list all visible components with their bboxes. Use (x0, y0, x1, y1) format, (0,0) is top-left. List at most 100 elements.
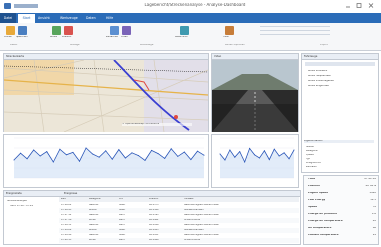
position-icon[interactable] (64, 26, 73, 35)
data-point (39, 155, 41, 157)
table-cell: Geschw. (89, 224, 99, 226)
value-label: Fuel Energy (308, 199, 326, 201)
ribbon: Öffnen Speichern Route Position Zeitachs… (0, 23, 381, 51)
data-point (293, 149, 295, 151)
column-header[interactable]: Hinweis (184, 198, 284, 201)
data-point (219, 153, 221, 155)
panel-toolbar[interactable] (305, 62, 375, 66)
table-cell: 48.1373 (149, 204, 159, 206)
list-item[interactable]: Route Hauptstraße (308, 75, 373, 78)
button-video-label: Video (121, 36, 128, 38)
ribbon-group-map-options: Karten-Optionen (225, 44, 245, 46)
column-header[interactable]: Ort (119, 198, 143, 201)
button-save-label: Speichern (16, 36, 28, 38)
tab-event-list[interactable]: Ereignisliste (6, 191, 36, 196)
data-point (20, 152, 22, 154)
list-item[interactable]: Route Industriegebiet (308, 80, 373, 83)
value-label: Engine Speed (308, 192, 328, 194)
table-cell: 48.1423 (149, 229, 159, 231)
table-cell: Kurve (89, 219, 96, 221)
data-point (151, 149, 153, 151)
live-values-panel: Time 07:22:18 Position 48°08'N Engine Speed 1… (303, 175, 379, 245)
data-point (46, 151, 48, 153)
table-cell: Stadt (119, 234, 126, 236)
open-icon[interactable] (6, 26, 15, 35)
tab-events[interactable]: Ereignisse (64, 191, 94, 196)
column-header[interactable]: Position (149, 198, 173, 201)
table-cell: 48.1402 (149, 219, 159, 221)
map-pane: Streckenkarte © OpenStreetMap contributo… (3, 53, 209, 132)
list-item[interactable]: Route Ringstraße (308, 85, 373, 88)
data-point (229, 149, 231, 151)
title-bar: Lagebericht/Streckenanalyse - Analyse-Da… (0, 0, 381, 13)
table-cell: Stadt (119, 204, 126, 206)
data-point (111, 158, 113, 160)
map-tab[interactable]: Streckenkarte (4, 54, 208, 59)
menu-item-daten[interactable]: Daten (86, 13, 102, 23)
menu-item-ansicht[interactable]: Ansicht (38, 13, 56, 23)
menu-item-start[interactable]: Start (18, 14, 35, 23)
tree-node[interactable]: Fahrt 07:16 - 07:24 (10, 205, 55, 208)
data-point (13, 159, 15, 161)
map-view[interactable] (4, 60, 208, 132)
value-reading: 42 (372, 220, 376, 222)
route-icon[interactable] (52, 26, 61, 35)
table-cell: Land (119, 214, 125, 216)
table-cell: Kurve (89, 239, 96, 241)
timeline-icon[interactable] (110, 26, 119, 35)
table-cell: 07:17:58 (61, 219, 72, 221)
quick-access-toolbar[interactable] (14, 4, 38, 8)
column-header[interactable]: Kategorie (89, 198, 113, 201)
column-header[interactable]: Zeit (61, 198, 85, 201)
button-route-label: Route (50, 36, 57, 38)
table-cell: Scharfe Kurve (184, 239, 201, 241)
event-table: 07:16:02 Geschw. Stadt 48.1373 Geschwindigke… (59, 203, 299, 243)
save-icon[interactable] (18, 26, 27, 35)
table-cell: Brems. (89, 209, 98, 211)
crop-icon[interactable] (180, 26, 189, 35)
button-crop-label: Ausschnitt (175, 36, 188, 38)
tree-root[interactable]: Streckenanalyse (7, 200, 55, 203)
ribbon-group-data: Daten (10, 44, 18, 46)
data-point (244, 161, 246, 163)
data-point (92, 153, 94, 155)
ribbon-options-list[interactable] (260, 26, 330, 38)
table-cell: 07:19:04 (61, 229, 72, 231)
data-point (26, 158, 28, 160)
table-cell: Stadt (119, 229, 126, 231)
value-reading: 07:22:18 (364, 178, 376, 180)
vehicles-tab[interactable]: Fahrzeuge (302, 54, 378, 59)
data-point (124, 157, 126, 159)
close-icon[interactable] (368, 3, 374, 8)
ribbon-group-export: Export (320, 44, 328, 46)
data-point (263, 150, 265, 152)
file-menu[interactable]: Datei (0, 13, 16, 23)
property-label: Kategorie (306, 150, 318, 152)
table-cell: 07:16:02 (61, 204, 72, 206)
current-position-marker (174, 115, 178, 119)
data-point (273, 148, 275, 150)
minimize-icon[interactable] (345, 3, 351, 8)
speed-chart[interactable] (4, 135, 208, 187)
live-values-list: Time 07:22:18 Position 48°08'N Engine Speed 1… (306, 178, 378, 244)
table-cell: Land (119, 219, 125, 221)
property-label: Zeitraum (306, 166, 318, 168)
maximize-icon[interactable] (356, 3, 362, 8)
video-icon[interactable] (122, 26, 131, 35)
data-point (52, 161, 54, 163)
data-point (254, 154, 256, 156)
table-cell: Geschwindigkeit überschritten (184, 234, 220, 236)
value-reading: 1420 (369, 192, 376, 194)
filter-icon[interactable] (225, 26, 234, 35)
list-item[interactable]: Route Kraftwerk (308, 70, 373, 73)
menu-item-werkzeuge[interactable]: Werkzeuge (60, 13, 82, 23)
video-frame[interactable] (212, 60, 298, 132)
video-tab[interactable]: Video (212, 54, 298, 59)
data-point (283, 152, 285, 154)
table-row[interactable]: 07:20:15 Kurve Land 48.1448 Scharfe Kurve (59, 238, 299, 243)
data-point (177, 155, 179, 157)
menu-item-hilfe[interactable]: Hilfe (106, 13, 122, 23)
secondary-chart[interactable] (212, 135, 298, 187)
table-cell: Geschwindigkeit überschritten (184, 214, 220, 216)
property-label: Typ (306, 158, 311, 160)
